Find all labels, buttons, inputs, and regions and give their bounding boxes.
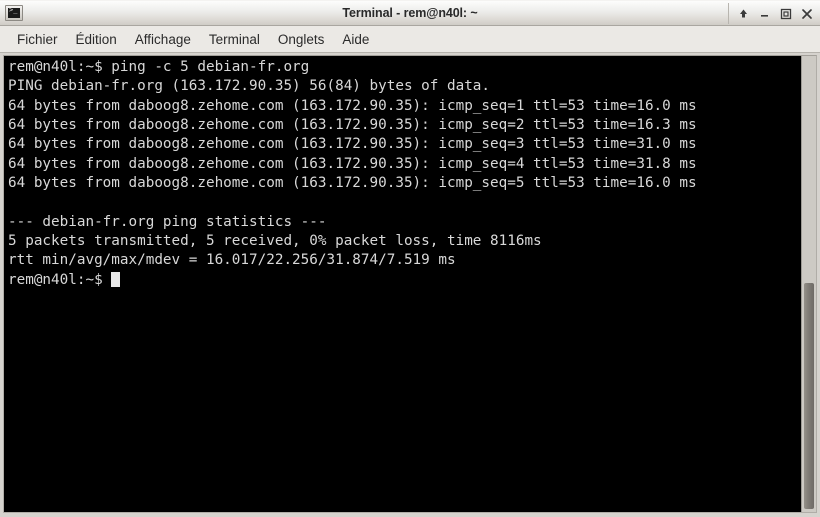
shell-prompt: rem@n40l:~$ bbox=[8, 271, 112, 288]
text-cursor bbox=[111, 271, 121, 287]
menu-item-edition[interactable]: Édition bbox=[67, 29, 126, 50]
terminal-line: 64 bytes from daboog8.zehome.com (163.17… bbox=[8, 136, 697, 153]
terminal-icon bbox=[5, 5, 23, 21]
window-title: Terminal - rem@n40l: ~ bbox=[342, 6, 478, 20]
shade-button[interactable] bbox=[733, 4, 754, 24]
terminal-line: rem@n40l:~$ ping -c 5 debian-fr.org bbox=[8, 59, 310, 75]
scrollbar-thumb[interactable] bbox=[804, 283, 814, 509]
menu-item-onglets[interactable]: Onglets bbox=[269, 29, 334, 50]
terminal-screen[interactable]: rem@n40l:~$ ping -c 5 debian-fr.org PING … bbox=[4, 56, 801, 512]
terminal-body: rem@n40l:~$ ping -c 5 debian-fr.org PING … bbox=[3, 55, 817, 513]
terminal-line: 64 bytes from daboog8.zehome.com (163.17… bbox=[8, 97, 697, 114]
terminal-window: Terminal - rem@n40l: ~ bbox=[0, 0, 820, 517]
menu-item-affichage[interactable]: Affichage bbox=[126, 29, 200, 50]
terminal-line: PING debian-fr.org (163.172.90.35) 56(84… bbox=[8, 78, 491, 95]
terminal-frame: rem@n40l:~$ ping -c 5 debian-fr.org PING … bbox=[0, 53, 820, 517]
vertical-scrollbar[interactable] bbox=[801, 56, 816, 512]
menu-item-fichier[interactable]: Fichier bbox=[8, 29, 67, 50]
window-controls bbox=[728, 3, 817, 24]
minimize-button[interactable] bbox=[754, 4, 775, 24]
terminal-line: --- debian-fr.org ping statistics --- bbox=[8, 213, 327, 230]
menu-bar: Fichier Édition Affichage Terminal Ongle… bbox=[0, 26, 820, 53]
title-bar[interactable]: Terminal - rem@n40l: ~ bbox=[0, 0, 820, 26]
terminal-prompt-line: rem@n40l:~$ bbox=[8, 271, 801, 290]
terminal-line: 64 bytes from daboog8.zehome.com (163.17… bbox=[8, 175, 697, 192]
terminal-line: 5 packets transmitted, 5 received, 0% pa… bbox=[8, 233, 542, 250]
terminal-line: rtt min/avg/max/mdev = 16.017/22.256/31.… bbox=[8, 252, 456, 269]
terminal-output: rem@n40l:~$ ping -c 5 debian-fr.org PING … bbox=[8, 58, 801, 290]
terminal-line: 64 bytes from daboog8.zehome.com (163.17… bbox=[8, 155, 697, 172]
menu-item-terminal[interactable]: Terminal bbox=[200, 29, 269, 50]
terminal-line: 64 bytes from daboog8.zehome.com (163.17… bbox=[8, 117, 697, 134]
menu-item-aide[interactable]: Aide bbox=[333, 29, 378, 50]
maximize-button[interactable] bbox=[775, 4, 796, 24]
close-button[interactable] bbox=[796, 4, 817, 24]
